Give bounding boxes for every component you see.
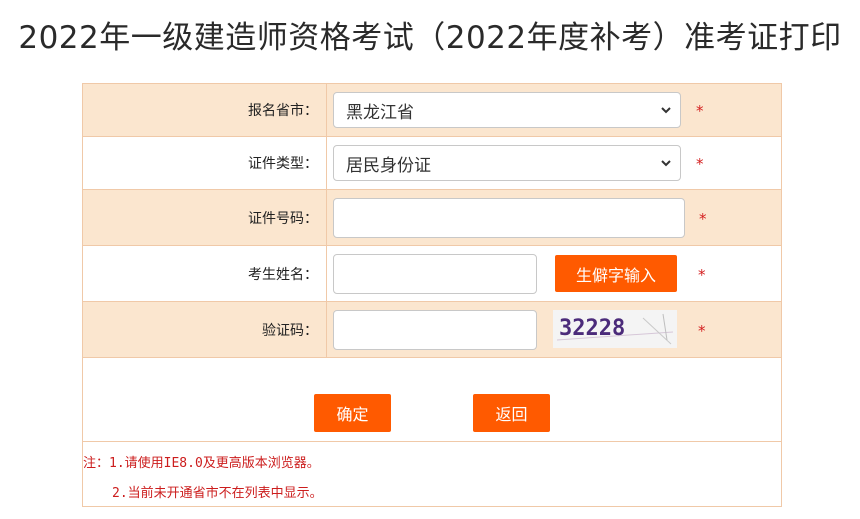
id-number-label: 证件号码： bbox=[83, 190, 327, 245]
form-row-captcha: 验证码： 32228 * bbox=[83, 302, 781, 358]
captcha-text: 32228 bbox=[559, 316, 625, 341]
province-select-value: 黑龙江省 bbox=[346, 102, 414, 123]
form-row-name: 考生姓名： 生僻字输入 * bbox=[83, 246, 781, 302]
ticket-print-form: 报名省市： 黑龙江省 * 证件类型： 居民身份证 * 证件号码： * 考生姓名：… bbox=[82, 83, 782, 507]
confirm-button[interactable]: 确定 bbox=[314, 394, 391, 432]
form-row-id-type: 证件类型： 居民身份证 * bbox=[83, 137, 781, 190]
captcha-input[interactable] bbox=[333, 310, 537, 350]
id-type-label: 证件类型： bbox=[83, 137, 327, 189]
notes-section: 注：1.请使用IE8.0及更高版本浏览器。 2.当前未开通省市不在列表中显示。 bbox=[83, 442, 781, 506]
chevron-down-icon bbox=[661, 107, 671, 114]
form-row-province: 报名省市： 黑龙江省 * bbox=[83, 84, 781, 137]
form-actions: 确定 返回 bbox=[83, 358, 781, 442]
required-mark: * bbox=[699, 210, 707, 228]
page-title: 2022年一级建造师资格考试（2022年度补考）准考证打印 bbox=[18, 20, 842, 56]
name-input[interactable] bbox=[333, 254, 537, 294]
rare-char-input-button[interactable]: 生僻字输入 bbox=[555, 255, 677, 292]
province-label: 报名省市： bbox=[83, 84, 327, 136]
note-line-2: 2.当前未开通省市不在列表中显示。 bbox=[112, 486, 323, 501]
chevron-down-icon bbox=[661, 160, 671, 167]
id-number-input[interactable] bbox=[333, 198, 685, 238]
province-select[interactable]: 黑龙江省 bbox=[333, 92, 681, 128]
back-button[interactable]: 返回 bbox=[473, 394, 550, 432]
note-line-1: 注：1.请使用IE8.0及更高版本浏览器。 bbox=[83, 456, 320, 471]
name-label: 考生姓名： bbox=[83, 246, 327, 301]
required-mark: * bbox=[698, 322, 706, 340]
required-mark: * bbox=[696, 102, 704, 120]
id-type-select-value: 居民身份证 bbox=[346, 155, 431, 176]
captcha-image[interactable]: 32228 bbox=[553, 310, 677, 348]
id-type-select[interactable]: 居民身份证 bbox=[333, 145, 681, 181]
required-mark: * bbox=[698, 266, 706, 284]
form-row-id-number: 证件号码： * bbox=[83, 190, 781, 246]
captcha-label: 验证码： bbox=[83, 302, 327, 357]
required-mark: * bbox=[696, 155, 704, 173]
